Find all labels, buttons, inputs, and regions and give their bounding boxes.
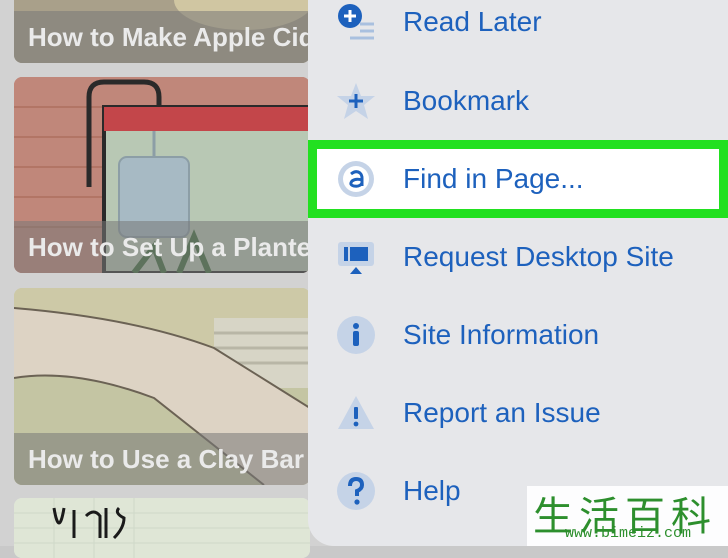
help-icon	[337, 472, 375, 510]
menu-item-label: Request Desktop Site	[403, 241, 674, 272]
menu-item-bookmark[interactable]: Bookmark	[308, 62, 728, 140]
site-watermark: 生活百科 www.bimeiz.com	[527, 486, 728, 546]
article-card[interactable]	[14, 498, 310, 558]
article-thumbnail	[14, 498, 310, 558]
bookmark-star-icon	[337, 83, 375, 119]
menu-item-label: Read Later	[403, 6, 542, 37]
article-title: How to Make Apple Cider Vinegar	[14, 11, 310, 63]
menu-item-label: Help	[403, 475, 461, 506]
article-title: How to Set Up a Planted Aquarium	[14, 221, 310, 273]
article-card[interactable]: How to Set Up a Planted Aquarium	[14, 77, 310, 273]
menu-item-report-issue[interactable]: Report an Issue	[308, 374, 728, 452]
menu-item-label: Site Information	[403, 319, 600, 350]
share-menu: Read Later Bookmark Find in Page... Requ…	[308, 0, 728, 546]
article-title: How to Use a Clay Bar	[14, 433, 310, 485]
article-card[interactable]: How to Use a Clay Bar	[14, 288, 310, 485]
menu-item-find-in-page[interactable]: Find in Page...	[308, 140, 728, 218]
menu-item-read-later[interactable]: Read Later	[308, 0, 728, 61]
read-later-icon	[338, 4, 374, 40]
watermark-url: www.bimeiz.com	[565, 525, 692, 542]
warning-icon	[338, 396, 374, 429]
menu-item-label: Bookmark	[403, 85, 530, 116]
article-card[interactable]: How to Make Apple Cider Vinegar	[14, 0, 310, 63]
menu-item-label: Find in Page...	[403, 163, 584, 194]
desktop-icon	[338, 242, 374, 274]
find-in-page-icon	[338, 161, 374, 197]
menu-item-label: Report an Issue	[403, 397, 601, 428]
menu-item-site-information[interactable]: Site Information	[308, 296, 728, 374]
menu-item-request-desktop[interactable]: Request Desktop Site	[308, 218, 728, 296]
info-icon	[337, 316, 375, 354]
